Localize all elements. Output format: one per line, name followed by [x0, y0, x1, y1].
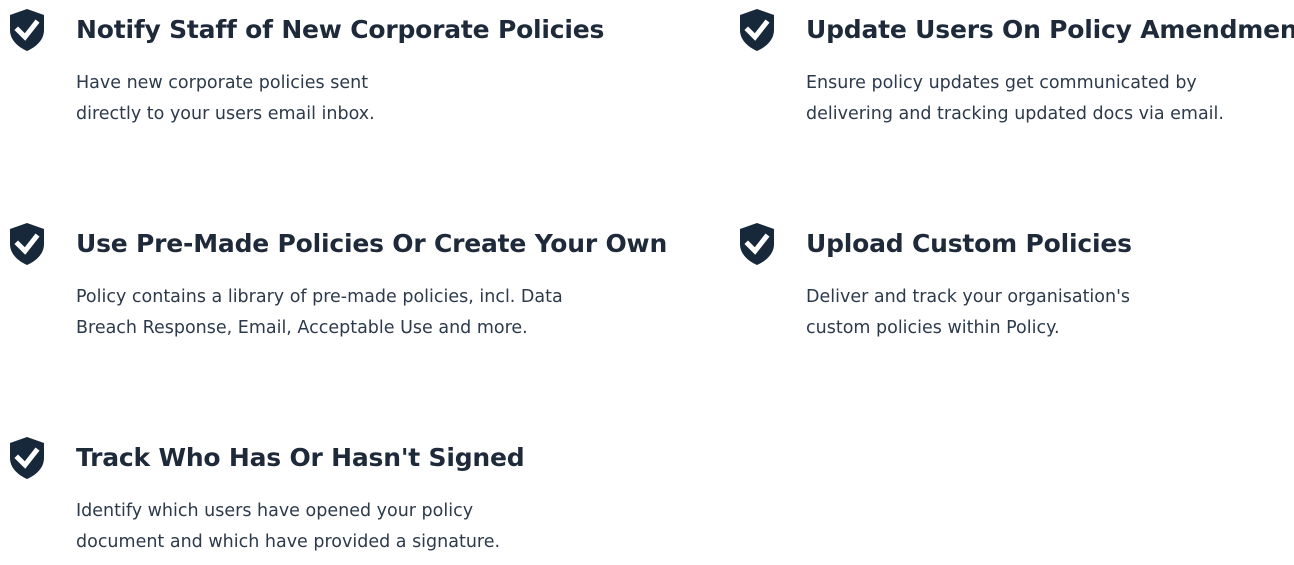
feature-header: Notify Staff of New Corporate Policies	[8, 8, 604, 52]
feature-item: Notify Staff of New Corporate Policies H…	[8, 8, 604, 130]
feature-item: Upload Custom Policies Deliver and track…	[738, 222, 1132, 344]
feature-title: Notify Staff of New Corporate Policies	[76, 15, 605, 44]
feature-description: Deliver and track your organisation's cu…	[806, 287, 1131, 338]
feature-description: Identify which users have opened your po…	[76, 501, 501, 552]
feature-item: Update Users On Policy Amendments Ensure…	[738, 8, 1294, 130]
feature-title: Upload Custom Policies	[806, 229, 1132, 258]
feature-description: Ensure policy updates get communicated b…	[806, 73, 1224, 124]
shield-check-icon	[10, 223, 44, 265]
feature-description: Policy contains a library of pre-made po…	[76, 287, 563, 338]
feature-title: Use Pre-Made Policies Or Create Your Own	[76, 229, 668, 258]
feature-item: Track Who Has Or Hasn't Signed Identify …	[8, 436, 525, 558]
feature-item: Use Pre-Made Policies Or Create Your Own…	[8, 222, 667, 344]
feature-header: Track Who Has Or Hasn't Signed	[8, 436, 525, 480]
shield-check-icon	[10, 437, 44, 479]
shield-check-icon	[740, 9, 774, 51]
shield-check-icon	[740, 223, 774, 265]
feature-title: Track Who Has Or Hasn't Signed	[76, 443, 525, 472]
feature-header: Upload Custom Policies	[738, 222, 1132, 266]
shield-check-icon	[10, 9, 44, 51]
feature-description: Have new corporate policies sent directl…	[76, 73, 375, 124]
feature-header: Update Users On Policy Amendments	[738, 8, 1294, 52]
feature-header: Use Pre-Made Policies Or Create Your Own	[8, 222, 667, 266]
feature-title: Update Users On Policy Amendments	[806, 15, 1294, 44]
